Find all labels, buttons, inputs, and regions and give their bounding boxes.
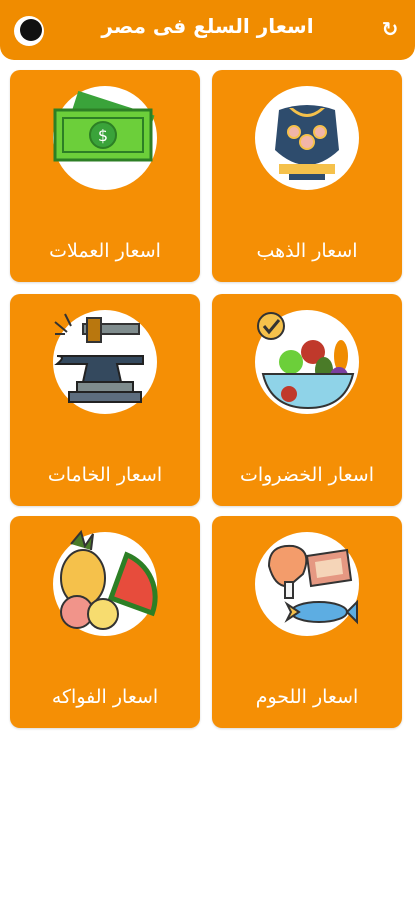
money-bill-icon: $ [53,86,157,190]
card-meat[interactable]: اسعار اللحوم [212,516,402,728]
vegetables-bowl-icon [255,310,359,414]
card-label: اسعار الذهب [256,240,358,262]
meat-fish-icon [255,532,359,636]
category-grid: اسعار الذهب $ اسعار العملات اسعار الخضرو… [0,0,415,900]
card-currency[interactable]: $ اسعار العملات [10,70,200,282]
card-label: اسعار اللحوم [255,686,359,708]
card-label: اسعار الخامات [47,464,163,486]
anvil-hammer-icon [53,310,157,414]
svg-text:$: $ [98,126,108,145]
card-gold[interactable]: اسعار الذهب [212,70,402,282]
card-vegetables[interactable]: اسعار الخضروات [212,294,402,506]
card-label: اسعار الخضروات [239,464,374,486]
gold-jewelry-icon [255,86,359,190]
fruits-icon [53,529,158,636]
card-raw-materials[interactable]: اسعار الخامات [10,294,200,506]
card-label: اسعار الفواكه [51,686,159,708]
card-label: اسعار العملات [49,240,161,262]
card-fruits[interactable]: اسعار الفواكه [10,516,200,728]
